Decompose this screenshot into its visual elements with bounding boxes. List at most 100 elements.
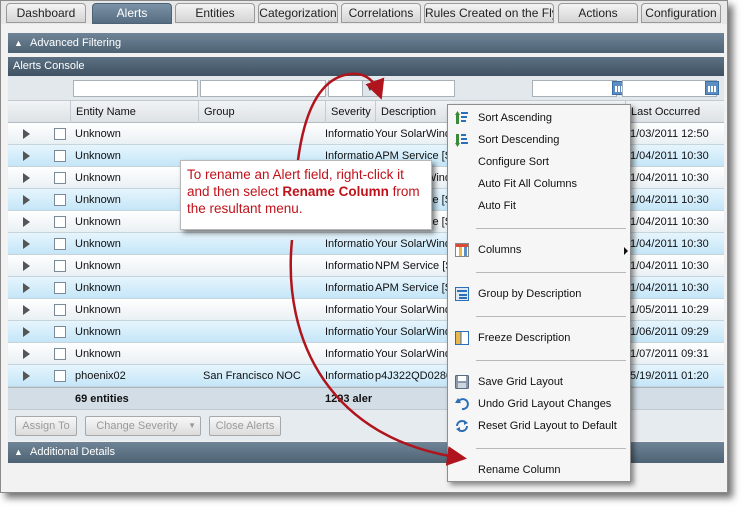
menu-item-sort-descending[interactable]: Sort Descending [448,129,630,151]
save-icon [455,375,469,389]
group-cell [198,299,325,321]
alert-count: 1293 aler [325,393,373,405]
expand-row-icon[interactable] [23,327,30,337]
change-severity-button[interactable]: Change Severity ▼ [85,416,201,436]
menu-item-auto-fit[interactable]: Auto Fit [448,195,630,217]
severity-cell: Informatio [325,326,374,338]
menu-divider [476,272,626,273]
menu-item-undo-grid-layout-changes[interactable]: Undo Grid Layout Changes [448,393,630,415]
expand-row-icon[interactable] [23,151,30,161]
row-checkbox[interactable] [54,348,66,360]
last-occurred-cell: 1/04/2011 10:30 [630,238,709,250]
menu-divider [476,448,626,449]
entity-name-cell: Unknown [75,282,121,294]
chevron-up-icon: ▲ [14,38,23,48]
last-occurred-cell: 1/04/2011 10:30 [630,172,709,184]
columns-icon [455,243,469,257]
group-by-icon [455,287,469,301]
expand-row-icon[interactable] [23,261,30,271]
description-cell: Your SolarWind [375,304,452,316]
row-checkbox[interactable] [54,216,66,228]
menu-item-save-grid-layout[interactable]: Save Grid Layout [448,371,630,393]
row-checkbox[interactable] [54,370,66,382]
entity-name-cell: Unknown [75,216,121,228]
tab-rules-created-on-the-fly[interactable]: Rules Created on the Fly [424,3,554,23]
row-checkbox[interactable] [54,172,66,184]
expand-row-icon[interactable] [23,283,30,293]
menu-item-label: Sort Descending [478,134,560,146]
tab-alerts[interactable]: Alerts [92,3,172,24]
row-checkbox[interactable] [54,194,66,206]
last-occurred-cell: 5/19/2011 01:20 [630,370,709,382]
severity-cell: Informatio [325,348,374,360]
last-occurred-cell: 1/06/2011 09:29 [630,326,709,338]
group-cell [198,343,325,365]
severity-filter[interactable]: ▼ [328,80,378,97]
expand-row-icon[interactable] [23,217,30,227]
sort-ascending-icon [455,111,468,124]
expand-row-icon[interactable] [23,129,30,139]
column-header-description[interactable]: Description [375,101,455,123]
menu-item-sort-ascending[interactable]: Sort Ascending [448,107,630,129]
chevron-down-icon[interactable]: ▼ [362,81,377,96]
row-checkbox[interactable] [54,282,66,294]
advanced-filtering-bar[interactable]: ▲ Advanced Filtering [8,33,724,53]
group-filter[interactable] [200,80,326,97]
expand-row-icon[interactable] [23,349,30,359]
menu-item-label: Columns [478,244,522,256]
expand-row-icon[interactable] [23,173,30,183]
row-checkbox[interactable] [54,128,66,140]
tab-entities[interactable]: Entities [175,3,255,23]
entity-name-filter[interactable] [73,80,198,97]
tab-strip: Dashboard Alerts Entities Categorization… [1,1,727,24]
assign-to-button[interactable]: Assign To [15,416,77,436]
menu-item-label: Rename Column [478,464,561,476]
last-occurred-filter[interactable] [622,80,717,97]
expand-row-icon[interactable] [23,239,30,249]
tab-configuration[interactable]: Configuration [641,3,721,23]
tab-actions[interactable]: Actions [558,3,638,23]
row-checkbox[interactable] [54,238,66,250]
menu-item-auto-fit-all-columns[interactable]: Auto Fit All Columns [448,173,630,195]
tab-dashboard[interactable]: Dashboard [6,3,86,23]
row-checkbox[interactable] [54,326,66,338]
entity-name-cell: Unknown [75,194,121,206]
menu-item-columns[interactable]: Columns [448,239,630,261]
expand-row-icon[interactable] [23,195,30,205]
column-header-group[interactable]: Group [198,101,325,123]
column-header-severity[interactable]: Severity [325,101,375,123]
close-alerts-button[interactable]: Close Alerts [209,416,281,436]
first-occurred-filter[interactable] [532,80,617,97]
menu-item-group-by-description[interactable]: Group by Description [448,283,630,305]
filter-row: ▼ [8,76,724,101]
description-cell: Your SolarWind [375,326,452,338]
row-checkbox[interactable] [54,304,66,316]
expand-row-icon[interactable] [23,305,30,315]
entity-name-cell: Unknown [75,326,121,338]
menu-item-reset-grid-layout[interactable]: Reset Grid Layout to Default [448,415,630,437]
tab-categorization[interactable]: Categorization [258,3,338,23]
entity-count: 69 entities [75,393,129,405]
group-cell [198,321,325,343]
last-occurred-cell: 1/07/2011 09:31 [630,348,709,360]
menu-item-rename-column[interactable]: Rename Column [448,459,630,481]
last-occurred-cell: 1/04/2011 10:30 [630,282,709,294]
menu-item-label: Group by Description [478,288,582,300]
column-header-last-occurred[interactable]: Last Occurred [625,101,724,123]
group-cell [198,255,325,277]
row-checkbox[interactable] [54,260,66,272]
severity-cell: Informatio [325,370,374,382]
severity-cell: Informatio [325,260,374,272]
row-checkbox[interactable] [54,150,66,162]
description-cell: APM Service [S [375,282,453,294]
chevron-down-icon: ▼ [188,421,196,430]
expand-row-icon[interactable] [23,371,30,381]
calendar-icon[interactable] [705,81,719,95]
entity-name-cell: Unknown [75,304,121,316]
menu-item-freeze-description[interactable]: Freeze Description [448,327,630,349]
tab-correlations[interactable]: Correlations [341,3,421,23]
description-filter[interactable] [380,80,455,97]
submenu-arrow-icon [624,247,628,255]
column-header-entity-name[interactable]: Entity Name [70,101,198,123]
menu-item-configure-sort[interactable]: Configure Sort [448,151,630,173]
